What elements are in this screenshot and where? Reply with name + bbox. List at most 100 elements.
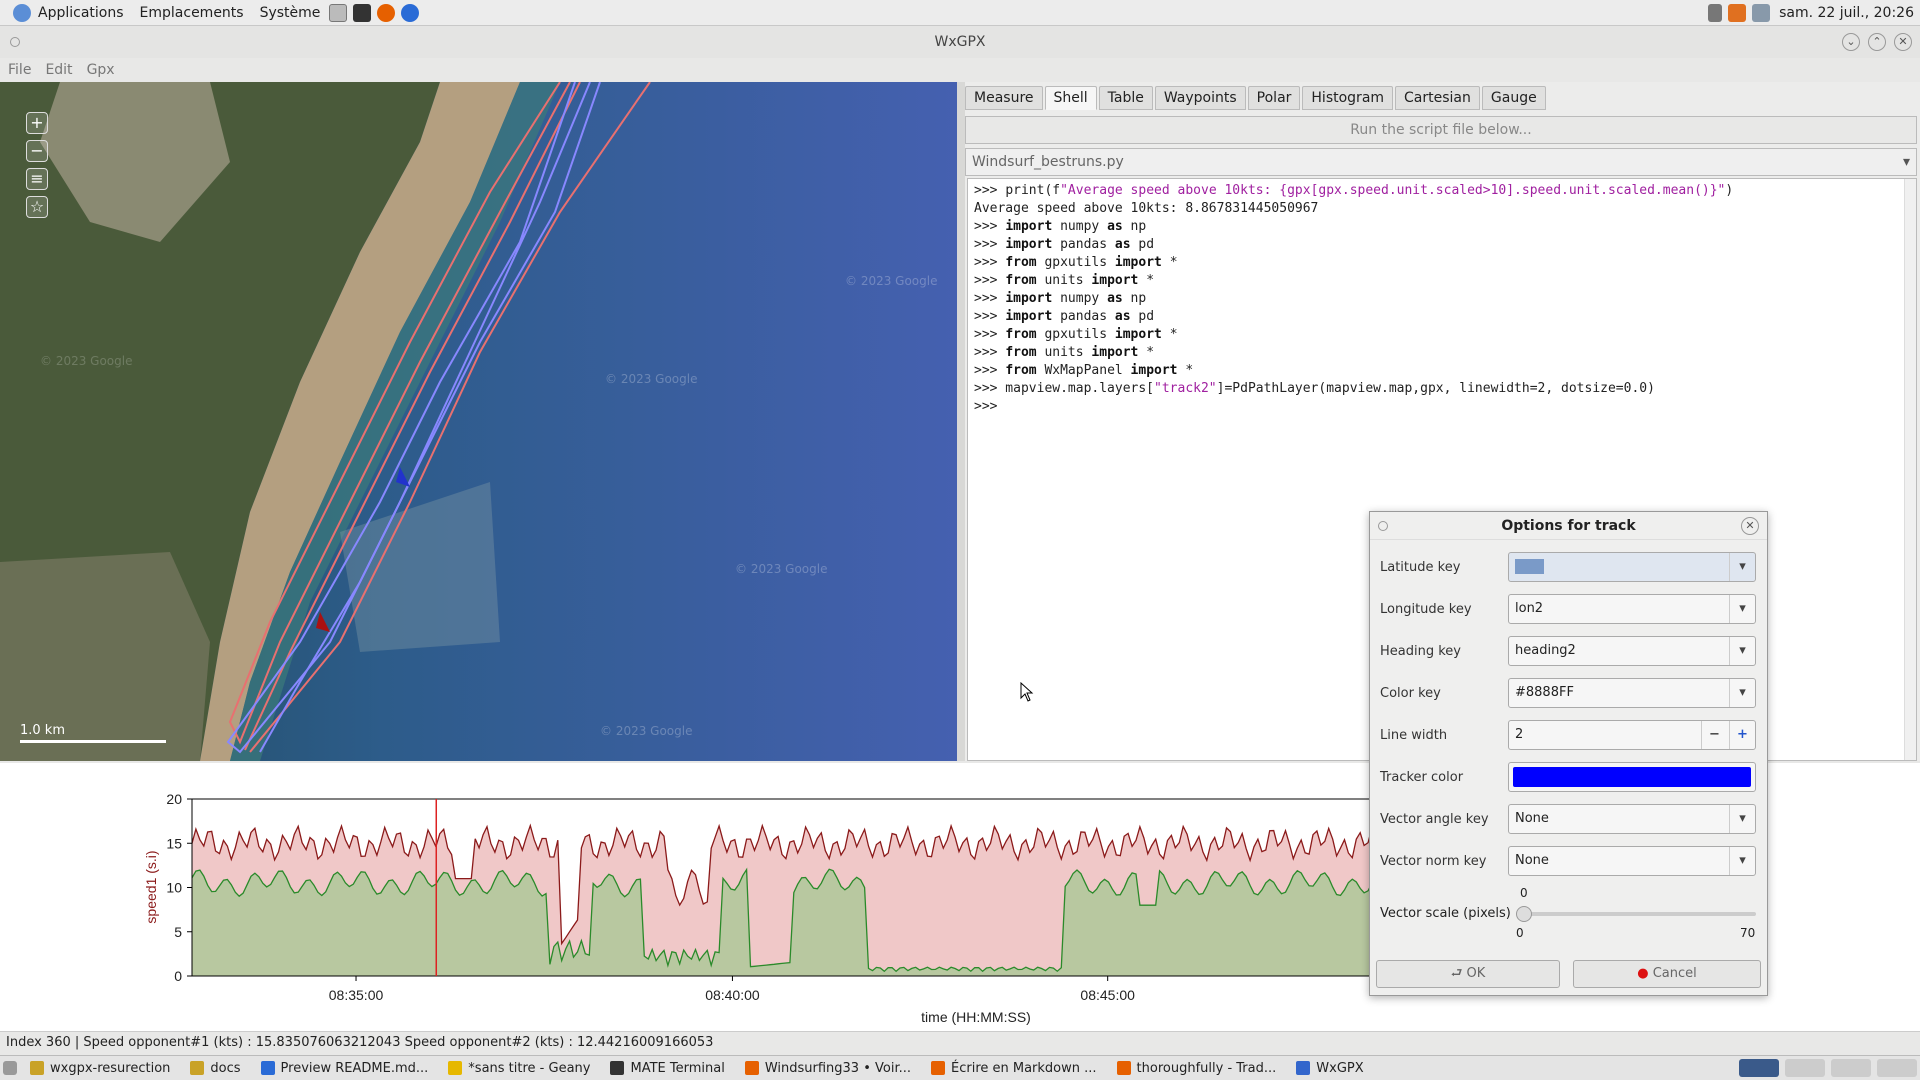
- shell-token: *: [1138, 273, 1155, 288]
- run-script-button[interactable]: Run the script file below...: [965, 116, 1917, 144]
- shell-token: "Average speed above 10kts: {gpx[gpx.spe…: [1060, 183, 1726, 198]
- shell-token: units: [1036, 273, 1092, 288]
- latitude-label: Latitude key: [1380, 559, 1461, 575]
- workspace-4-icon[interactable]: [1877, 1059, 1917, 1077]
- vector-angle-value: None: [1515, 811, 1549, 826]
- favorite-icon[interactable]: ☆: [26, 196, 48, 218]
- task-item[interactable]: MATE Terminal: [600, 1057, 734, 1080]
- task-item[interactable]: Écrire en Markdown ...: [921, 1057, 1107, 1080]
- slider-thumb[interactable]: [1516, 906, 1532, 922]
- network-icon[interactable]: [1752, 3, 1771, 22]
- menu-gpx[interactable]: Gpx: [79, 62, 121, 78]
- vector-angle-select[interactable]: None ▾: [1508, 804, 1756, 834]
- shell-token: WxMapPanel: [1036, 363, 1131, 378]
- linewidth-row: Line width 2 − +: [1380, 718, 1760, 752]
- dialog-title: Options for track: [1501, 518, 1636, 534]
- script-file-select[interactable]: Windsurf_bestruns.py ▾: [965, 148, 1917, 176]
- color-label: Color key: [1380, 685, 1441, 701]
- vertical-splitter[interactable]: [957, 82, 965, 761]
- show-desktop-icon[interactable]: [3, 1061, 17, 1075]
- maximize-icon[interactable]: ⌃: [1868, 33, 1886, 51]
- vector-norm-select[interactable]: None ▾: [1508, 846, 1756, 876]
- latitude-select[interactable]: lat2 ▾: [1508, 552, 1756, 582]
- menu-file[interactable]: File: [0, 62, 37, 78]
- task-label: Windsurfing33 • Voir...: [764, 1060, 911, 1076]
- vector-scale-slider[interactable]: [1516, 906, 1756, 922]
- window-menu-icon[interactable]: [10, 37, 20, 47]
- top-panel: Applications Emplacements Système sam. 2…: [0, 0, 1920, 26]
- shell-line: >>> import numpy as np: [974, 290, 1910, 308]
- shell-token: >>>: [974, 399, 1006, 414]
- workspace-2-icon[interactable]: [1785, 1059, 1825, 1077]
- color-select[interactable]: #8888FF ▾: [1508, 678, 1756, 708]
- close-icon[interactable]: ✕: [1894, 33, 1912, 51]
- tab-cartesian[interactable]: Cartesian: [1395, 86, 1480, 110]
- package-icon[interactable]: [1728, 3, 1747, 22]
- shell-line: Average speed above 10kts: 8.86783144505…: [974, 200, 1910, 218]
- shell-token: from: [1005, 363, 1037, 378]
- shell-token: >>>: [974, 183, 1006, 198]
- shell-token: np: [1122, 291, 1147, 306]
- shell-token: import: [1114, 255, 1162, 270]
- y-tick-label: 5: [174, 924, 182, 940]
- plus-icon[interactable]: +: [1729, 721, 1755, 749]
- vector-norm-value: None: [1515, 853, 1549, 868]
- volume-icon[interactable]: [1708, 3, 1723, 22]
- shell-token: as: [1114, 309, 1131, 324]
- shell-scrollbar[interactable]: [1904, 179, 1916, 760]
- tab-polar[interactable]: Polar: [1247, 86, 1301, 110]
- heading-select[interactable]: heading2 ▾: [1508, 636, 1756, 666]
- workspace-3-icon[interactable]: [1831, 1059, 1871, 1077]
- window-titlebar[interactable]: WxGPX ⌄ ⌃ ✕: [0, 26, 1920, 58]
- task-item[interactable]: Preview README.md...: [251, 1057, 439, 1080]
- thunderbird-launcher-icon[interactable]: [401, 3, 420, 22]
- dialog-close-icon[interactable]: ✕: [1741, 517, 1759, 535]
- tracker-color-button[interactable]: [1508, 762, 1756, 792]
- shell-token: numpy: [1052, 219, 1108, 234]
- zoom-out-button[interactable]: −: [26, 140, 48, 162]
- cancel-button[interactable]: ● Cancel: [1573, 960, 1761, 988]
- tab-waypoints[interactable]: Waypoints: [1154, 86, 1246, 110]
- menu-edit[interactable]: Edit: [37, 62, 78, 78]
- zoom-in-button[interactable]: +: [26, 112, 48, 134]
- satellite-map: [0, 82, 957, 761]
- ok-button[interactable]: ⮐ OK: [1376, 960, 1560, 988]
- map-view[interactable]: + − ≡ ☆ © 2023 Google © 2023 Google © 20…: [0, 82, 957, 761]
- minus-icon[interactable]: −: [1701, 721, 1727, 749]
- layers-icon[interactable]: ≡: [26, 168, 48, 190]
- task-item[interactable]: docs: [180, 1057, 250, 1080]
- tab-measure[interactable]: Measure: [965, 86, 1043, 110]
- linewidth-spinner[interactable]: 2 − +: [1508, 720, 1756, 750]
- dialog-titlebar[interactable]: Options for track ✕: [1370, 512, 1767, 540]
- tab-shell[interactable]: Shell: [1044, 86, 1097, 110]
- map-watermark: © 2023 Google: [40, 354, 133, 368]
- emplacements-menu[interactable]: Emplacements: [134, 5, 250, 21]
- y-tick-label: 10: [166, 880, 182, 896]
- longitude-select[interactable]: lon2 ▾: [1508, 594, 1756, 624]
- applications-menu[interactable]: Applications: [4, 3, 130, 22]
- tab-histogram[interactable]: Histogram: [1302, 86, 1394, 110]
- systeme-menu[interactable]: Système: [254, 5, 327, 21]
- minimize-icon[interactable]: ⌄: [1842, 33, 1860, 51]
- task-item[interactable]: *sans titre - Geany: [438, 1057, 600, 1080]
- task-app-icon: [931, 1061, 945, 1075]
- task-item[interactable]: thoroughfully - Trad...: [1107, 1057, 1287, 1080]
- task-item[interactable]: Windsurfing33 • Voir...: [735, 1057, 921, 1080]
- firefox-launcher-icon[interactable]: [377, 3, 396, 22]
- linewidth-value: 2: [1515, 727, 1524, 742]
- task-item[interactable]: wxgpx-resurection: [20, 1057, 180, 1080]
- tab-gauge[interactable]: Gauge: [1481, 86, 1546, 110]
- clock[interactable]: sam. 22 juil., 20:26: [1779, 5, 1914, 21]
- task-app-icon: [744, 1061, 759, 1075]
- shell-token: >>>: [974, 327, 1006, 342]
- file-manager-launcher-icon[interactable]: [329, 3, 348, 22]
- scale-label: 1.0 km: [20, 723, 65, 738]
- workspace-switcher-icon[interactable]: [1739, 1059, 1779, 1077]
- color-row: Color key #8888FF ▾: [1380, 676, 1760, 710]
- tab-table[interactable]: Table: [1098, 86, 1153, 110]
- task-item[interactable]: WxGPX: [1286, 1057, 1373, 1080]
- task-label: thoroughfully - Trad...: [1136, 1060, 1277, 1076]
- task-app-icon: [448, 1061, 463, 1075]
- dialog-menu-icon[interactable]: [1378, 521, 1388, 531]
- terminal-launcher-icon[interactable]: [353, 3, 372, 22]
